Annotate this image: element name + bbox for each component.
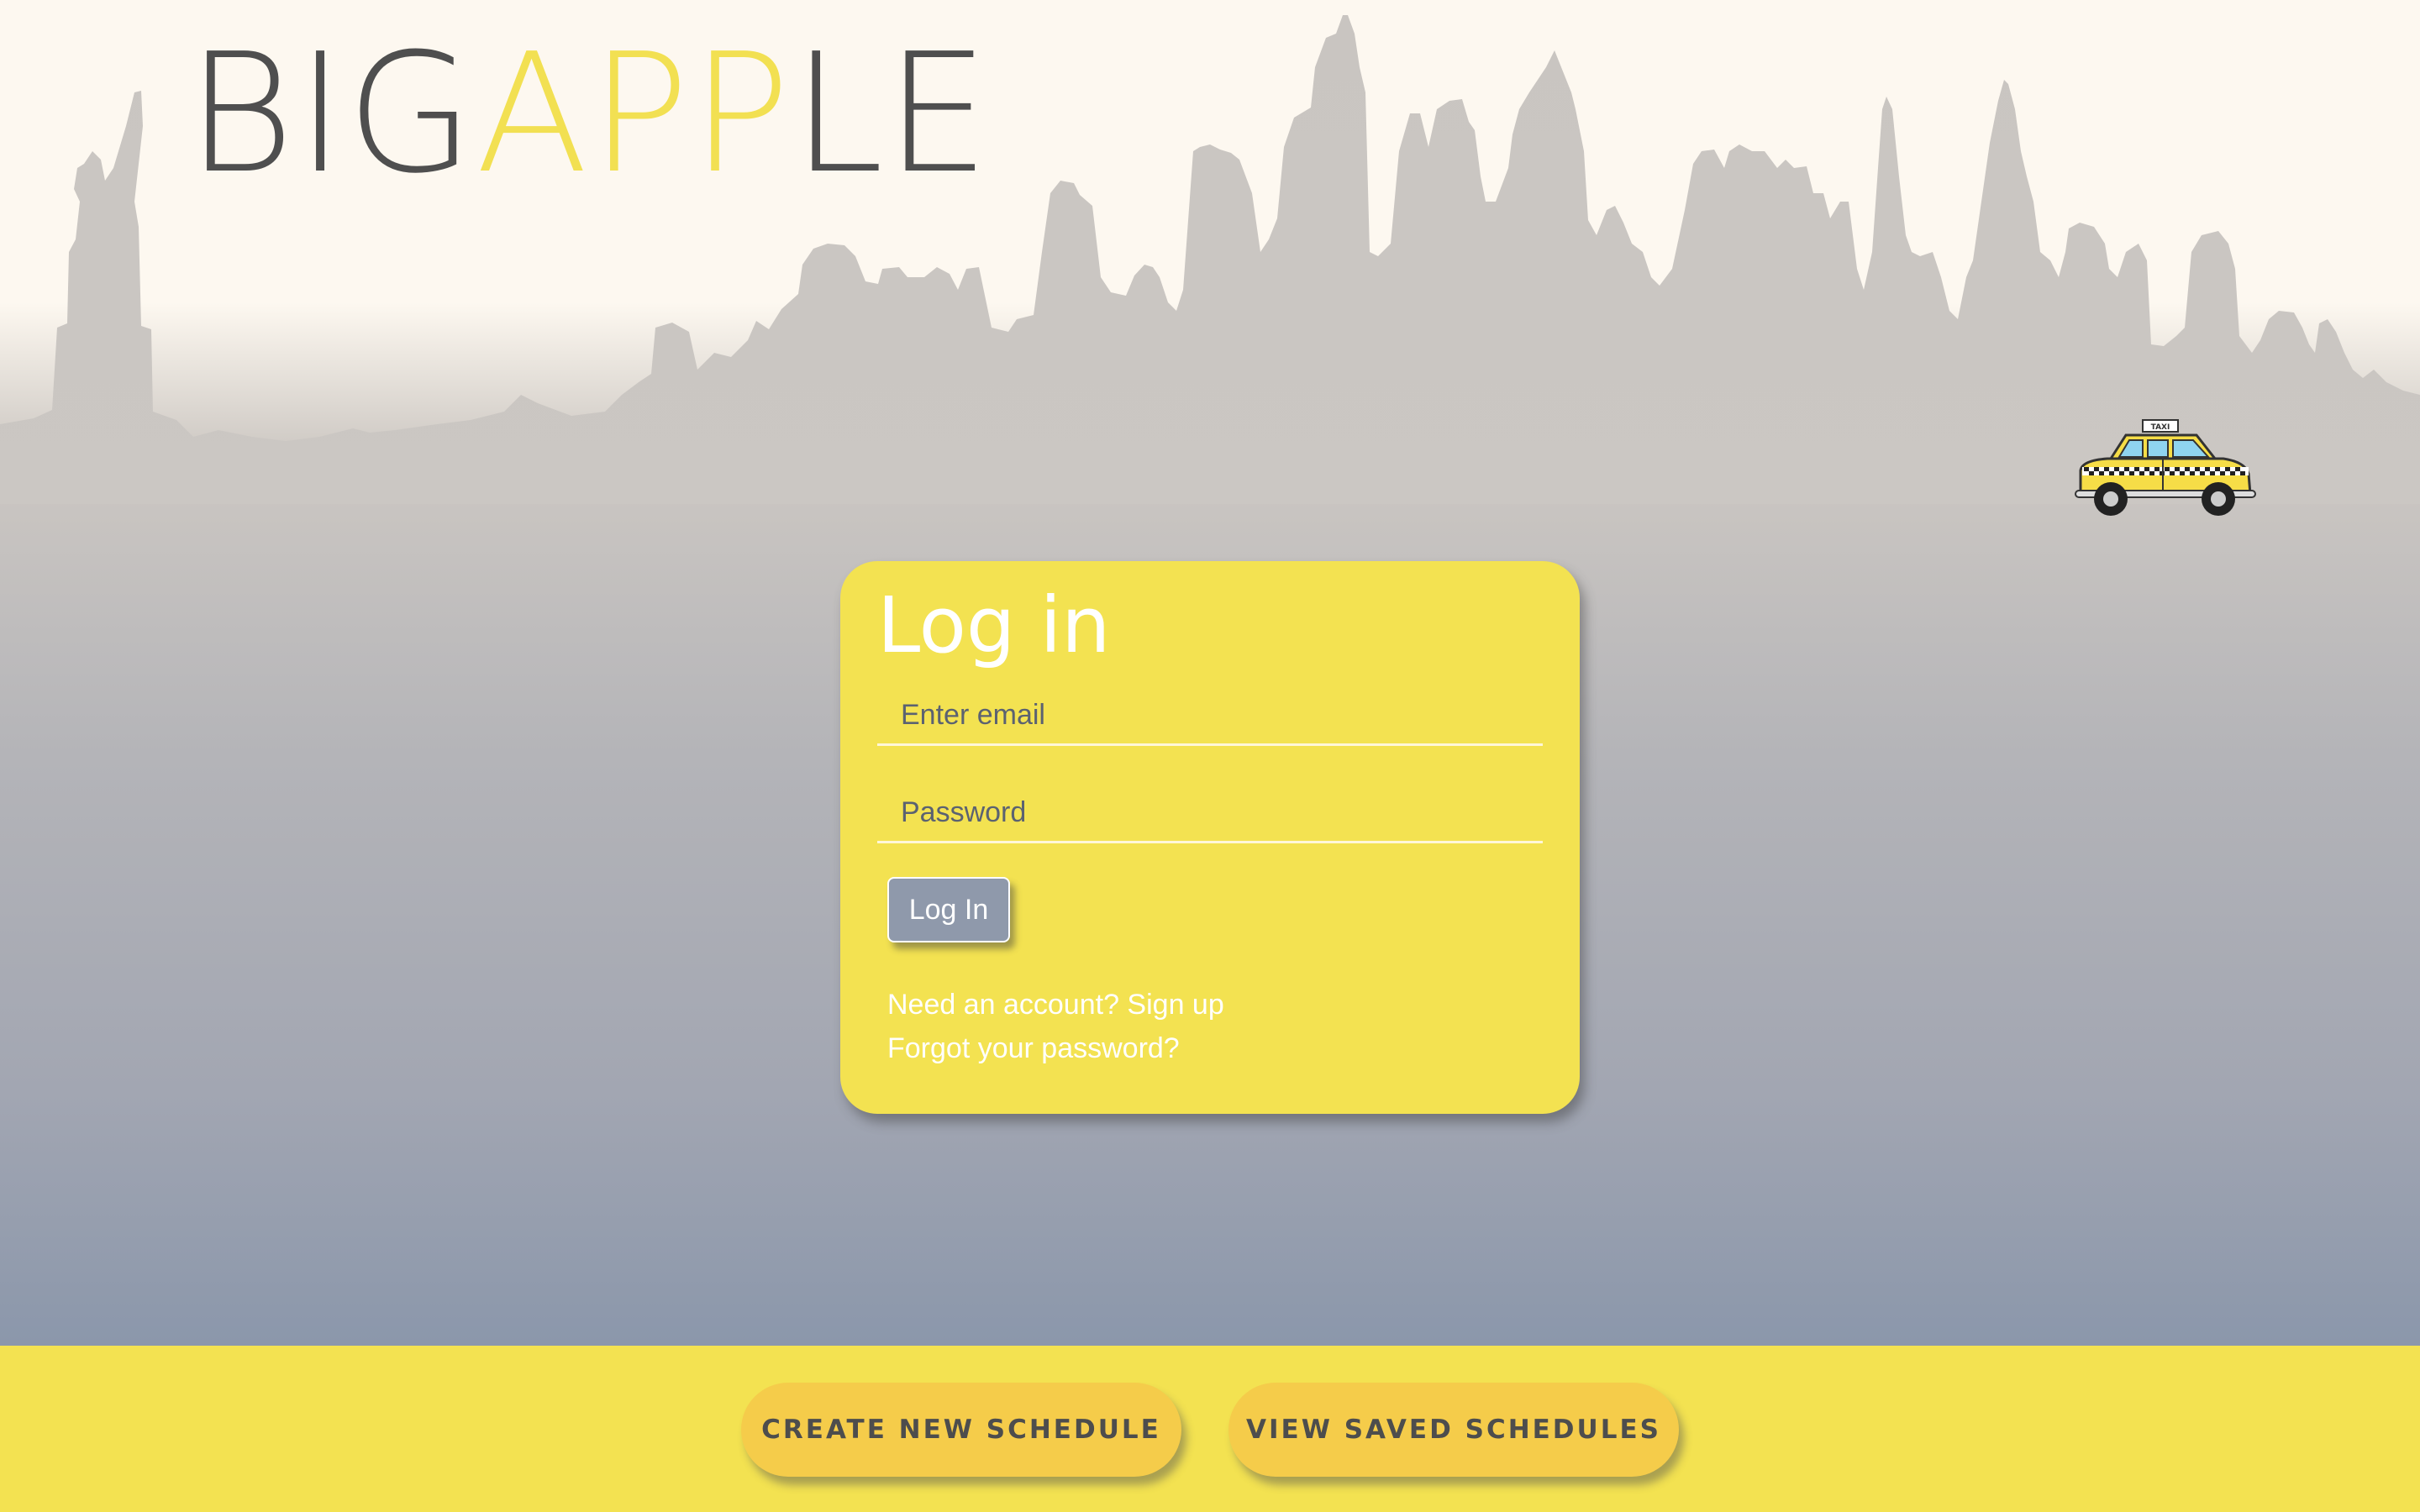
auth-links: Need an account? Sign up Forgot your pas… xyxy=(887,983,1224,1070)
taxi-sign-text: TAXI xyxy=(2151,423,2170,432)
app-logo: BIGAPPLE xyxy=(187,32,992,197)
forgot-password-link[interactable]: Forgot your password? xyxy=(887,1026,1224,1070)
logo-part-app: APP xyxy=(476,18,792,210)
taxi-icon: TAXI xyxy=(2075,419,2256,516)
login-title: Log in xyxy=(877,580,1111,670)
signup-link[interactable]: Need an account? Sign up xyxy=(887,983,1224,1026)
page: BIGAPPLE TAXI Log in Enter email Log In … xyxy=(0,0,2420,1512)
logo-part-big: BIG xyxy=(187,18,476,210)
footer-bar: CREATE NEW SCHEDULE VIEW SAVED SCHEDULES xyxy=(0,1346,2420,1512)
login-button[interactable]: Log In xyxy=(887,877,1010,942)
login-card: Log in Log In Need an account? Sign up F… xyxy=(840,561,1580,1114)
password-field[interactable] xyxy=(877,785,1543,843)
create-new-schedule-button[interactable]: CREATE NEW SCHEDULE xyxy=(741,1383,1181,1477)
email-field[interactable] xyxy=(877,687,1543,746)
logo-part-le: LE xyxy=(792,18,992,210)
view-saved-schedules-button[interactable]: VIEW SAVED SCHEDULES xyxy=(1228,1383,1679,1477)
